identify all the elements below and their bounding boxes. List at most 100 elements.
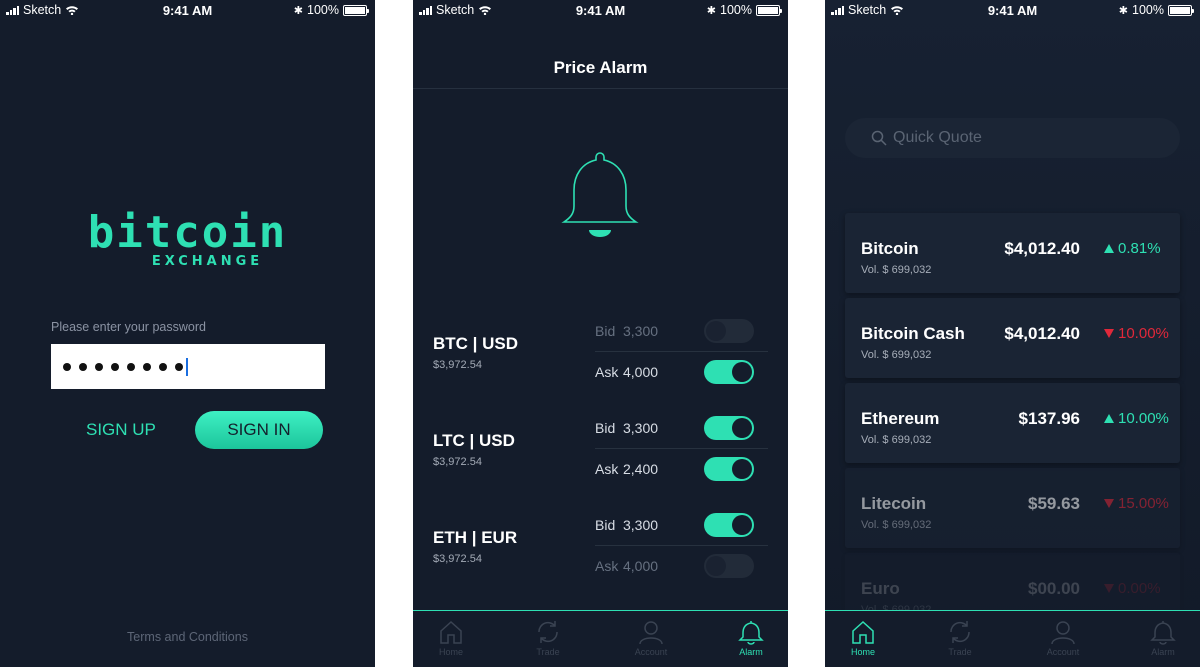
ask-toggle[interactable] bbox=[704, 554, 754, 578]
bluetooth-icon: ✱ bbox=[706, 4, 717, 17]
asset-name: Euro bbox=[861, 579, 900, 598]
quick-quote-search[interactable]: Quick Quote bbox=[845, 118, 1180, 158]
text-caret bbox=[186, 357, 188, 376]
battery-percent: 100% bbox=[1132, 3, 1164, 17]
tab-bar: Home Trade Account Alarm bbox=[825, 610, 1200, 667]
asset-name: Ethereum bbox=[861, 409, 940, 428]
bid-alarm-row: Bid 3,300 bbox=[595, 505, 768, 545]
page-title: Price Alarm bbox=[553, 58, 648, 77]
quotes-screen: Sketch 9:41 AM ✱ 100% Quick Quote Bitcoi… bbox=[825, 0, 1200, 667]
tab-account[interactable]: Account bbox=[616, 619, 686, 657]
asset-name: Litecoin bbox=[861, 494, 927, 513]
bid-alarm-row: Bid 3,300 bbox=[595, 311, 768, 351]
tab-label: Alarm bbox=[739, 647, 763, 657]
ask-label: Ask bbox=[595, 364, 619, 380]
tab-trade[interactable]: Trade bbox=[513, 619, 583, 657]
login-screen: Sketch 9:41 AM ✱ 100% bitcoin EXCHANGE P… bbox=[0, 0, 375, 667]
tab-bar: Home Trade Account Alarm bbox=[413, 610, 788, 667]
asset-change: 10.00% bbox=[1104, 325, 1169, 342]
quote-card-ethereum[interactable]: Ethereum Vol. $ 699,032 $137.96 10.00% bbox=[845, 383, 1180, 463]
password-dot bbox=[143, 362, 151, 371]
tab-account[interactable]: Account bbox=[1028, 619, 1098, 657]
battery-percent: 100% bbox=[307, 3, 339, 17]
terms-link[interactable]: Terms and Conditions bbox=[0, 630, 375, 644]
arrow-down-icon bbox=[1104, 499, 1114, 508]
pair-eth-eur: ETH | EUR $3,972.54 bbox=[433, 528, 517, 565]
pair-price: $3,972.54 bbox=[433, 359, 482, 371]
bid-label: Bid bbox=[595, 323, 616, 339]
bell-icon bbox=[1150, 621, 1176, 645]
ask-alarm-row: Ask 4,000 bbox=[595, 352, 768, 392]
trade-icon bbox=[950, 621, 970, 643]
ask-alarm-row: Ask 2,400 bbox=[595, 449, 768, 489]
divider bbox=[413, 88, 788, 89]
password-dot bbox=[127, 362, 135, 371]
search-icon bbox=[871, 130, 887, 146]
password-dot bbox=[95, 362, 103, 371]
battery-percent: 100% bbox=[720, 3, 752, 17]
ask-value: 4,000 bbox=[623, 558, 659, 574]
asset-price: $59.63 bbox=[1028, 494, 1080, 513]
asset-name: Bitcoin Cash bbox=[861, 324, 965, 343]
tab-label: Trade bbox=[536, 647, 560, 657]
asset-volume: Vol. $ 699,032 bbox=[861, 519, 932, 531]
status-bar: Sketch 9:41 AM ✱ 100% bbox=[413, 0, 788, 20]
ask-value: 4,000 bbox=[623, 364, 659, 380]
arrow-up-icon bbox=[1104, 414, 1114, 423]
status-bar: Sketch 9:41 AM ✱ 100% bbox=[825, 0, 1200, 20]
pair-name: LTC | USD bbox=[433, 431, 515, 450]
asset-change: 15.00% bbox=[1104, 495, 1169, 512]
tab-label: Trade bbox=[948, 647, 972, 657]
arrow-down-icon bbox=[1104, 584, 1114, 593]
ask-toggle[interactable] bbox=[704, 457, 754, 481]
quote-card-bitcoin-cash[interactable]: Bitcoin Cash Vol. $ 699,032 $4,012.40 10… bbox=[845, 298, 1180, 378]
bid-label: Bid bbox=[595, 517, 616, 533]
bell-icon bbox=[738, 621, 764, 645]
bluetooth-icon: ✱ bbox=[1118, 4, 1129, 17]
status-bar: Sketch 9:41 AM ✱ 100% bbox=[0, 0, 375, 20]
ask-alarm-row: Ask 4,000 bbox=[595, 546, 768, 586]
bid-toggle[interactable] bbox=[704, 513, 754, 537]
pair-name: ETH | EUR bbox=[433, 528, 518, 547]
pair-name: BTC | USD bbox=[433, 334, 519, 353]
ask-label: Ask bbox=[595, 461, 619, 477]
tab-label: Account bbox=[1046, 647, 1080, 657]
password-dot bbox=[63, 362, 71, 371]
asset-name: Bitcoin bbox=[861, 239, 919, 258]
asset-price: $137.96 bbox=[1018, 409, 1080, 428]
bid-value: 3,300 bbox=[623, 517, 659, 533]
password-dot bbox=[79, 362, 87, 371]
search-placeholder: Quick Quote bbox=[893, 129, 982, 146]
tab-trade[interactable]: Trade bbox=[925, 619, 995, 657]
quote-card-litecoin[interactable]: Litecoin Vol. $ 699,032 $59.63 15.00% bbox=[845, 468, 1180, 548]
bell-icon bbox=[561, 152, 639, 237]
asset-volume: Vol. $ 699,032 bbox=[861, 434, 932, 446]
bid-value: 3,300 bbox=[623, 420, 659, 436]
bid-toggle[interactable] bbox=[704, 319, 754, 343]
ask-toggle[interactable] bbox=[704, 360, 754, 384]
asset-price: $00.00 bbox=[1028, 579, 1080, 598]
battery-icon bbox=[343, 4, 369, 16]
pair-btc-usd: BTC | USD $3,972.54 bbox=[433, 334, 518, 371]
asset-change: 0.00% bbox=[1104, 580, 1161, 597]
battery-icon bbox=[756, 4, 782, 16]
logo-wordmark: bitcoin bbox=[87, 207, 288, 258]
tab-alarm[interactable]: Alarm bbox=[716, 619, 786, 657]
sign-in-button[interactable]: SIGN IN bbox=[195, 411, 323, 449]
arrow-up-icon bbox=[1104, 244, 1114, 253]
pair-ltc-usd: LTC | USD $3,972.54 bbox=[433, 431, 515, 468]
quote-card-bitcoin[interactable]: Bitcoin Vol. $ 699,032 $4,012.40 0.81% bbox=[845, 213, 1180, 293]
tab-home[interactable]: Home bbox=[416, 619, 486, 657]
pair-price: $3,972.54 bbox=[433, 456, 482, 468]
bid-toggle[interactable] bbox=[704, 416, 754, 440]
bid-alarm-row: Bid 3,300 bbox=[595, 408, 768, 448]
sign-up-button[interactable]: SIGN UP bbox=[86, 420, 156, 440]
account-icon bbox=[1051, 621, 1075, 645]
password-dot bbox=[175, 362, 183, 371]
account-icon bbox=[639, 621, 663, 645]
tab-home[interactable]: Home bbox=[828, 619, 898, 657]
password-field[interactable] bbox=[51, 344, 325, 389]
password-dot bbox=[111, 362, 119, 371]
tab-alarm[interactable]: Alarm bbox=[1128, 619, 1198, 657]
asset-volume: Vol. $ 699,032 bbox=[861, 264, 932, 276]
